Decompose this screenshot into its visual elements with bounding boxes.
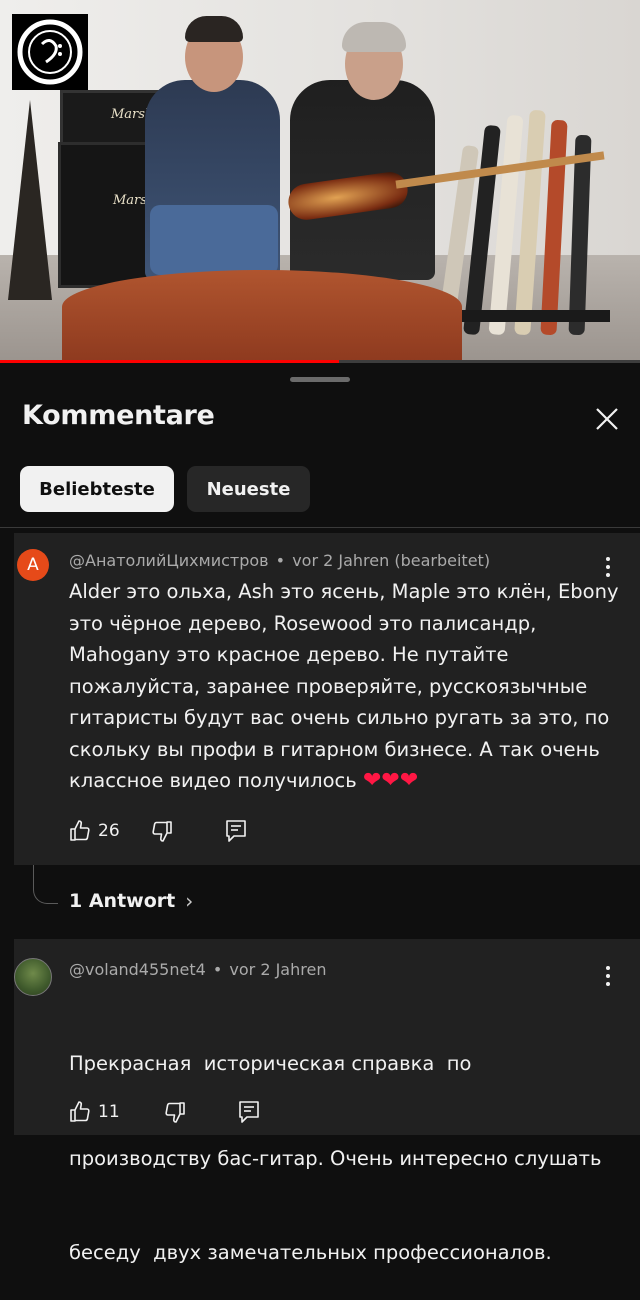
comment-author[interactable]: @АнатолийЦихмистров [69,551,269,570]
reply-comment-icon [225,820,246,842]
comment-line: Mahogany это красное дерево. Не путайте [69,643,509,666]
thumbs-up-icon [70,1101,90,1122]
comment-line-last: классное видео получилось ❤❤❤ [69,768,419,793]
replies-count: 1 Antwort [69,890,176,912]
reply-button[interactable] [225,819,247,843]
thumbs-down-icon [152,821,172,842]
like-button[interactable]: 26 [68,819,120,843]
comment-edited: (bearbeitet) [394,551,491,570]
header-divider [0,527,640,528]
comment-line: беседу двух замечательных профессионалов… [69,1241,552,1264]
comment-time: vor 2 Jahren [292,551,390,570]
comment-line: это чёрное дерево, Rosewood это палисанд… [69,611,537,635]
comment-text: Alder это ольха, Ash это ясень, Maple эт… [69,576,619,797]
comment-line: производству бас-гитар. Очень интересно … [69,1146,602,1170]
video-player[interactable]: Marshall Marsha [0,0,640,362]
close-icon [596,408,618,430]
comment-text: Прекрасная историческая справка по произ… [69,985,601,1300]
like-button[interactable]: 11 [68,1100,120,1124]
dislike-button[interactable] [150,819,174,843]
comment-line: гитаристы будут вас очень сильно ругать … [69,706,610,729]
avatar[interactable] [14,958,52,996]
comment-menu-button[interactable] [602,966,614,990]
comment-time: vor 2 Jahren [229,960,327,979]
form-factor-logo [12,14,88,90]
comment-actions: 11 [68,1098,260,1126]
comment-meta: @voland455net4 • vor 2 Jahren [69,960,327,979]
thread-connector [33,865,58,904]
flying-v-guitar [8,100,52,300]
reply-comment-icon [238,1101,259,1123]
close-button[interactable] [590,402,624,436]
comment-line: пожалуйста, заранее проверяйте, русскояз… [69,674,588,698]
tab-newest[interactable]: Neueste [187,466,310,512]
comment-meta: @АнатолийЦихмистров • vor 2 Jahren (bear… [69,551,491,570]
more-vert-icon [602,557,614,577]
tab-top-comments[interactable]: Beliebteste [20,466,174,512]
avatar[interactable]: A [17,549,49,581]
view-replies-button[interactable]: 1 Antwort › [69,889,193,913]
hearts-emoji: ❤❤❤ [362,768,419,793]
thumbs-up-icon [70,820,90,841]
chevron-right-icon: › [185,889,194,913]
comment-actions: 26 [68,817,247,845]
panel-drag-handle[interactable] [290,377,350,382]
video-progress-fill [0,360,340,363]
panel-title: Kommentare [22,400,215,431]
guitar-body-on-table [62,270,462,362]
comment-line: Прекрасная историческая справка по [69,1052,472,1075]
comment-author[interactable]: @voland455net4 [69,960,206,979]
dislike-button[interactable] [163,1100,187,1124]
like-count: 26 [98,821,120,841]
like-count: 11 [98,1102,120,1122]
comment-line: Alder это ольха, Ash это ясень, Maple эт… [69,580,619,603]
comment-line: скольку вы профи в гитарном бизнесе. А т… [69,737,600,761]
thumbs-down-icon [165,1102,185,1123]
video-progress-bar[interactable] [0,360,640,363]
reply-button[interactable] [238,1100,260,1124]
more-vert-icon [602,966,614,986]
